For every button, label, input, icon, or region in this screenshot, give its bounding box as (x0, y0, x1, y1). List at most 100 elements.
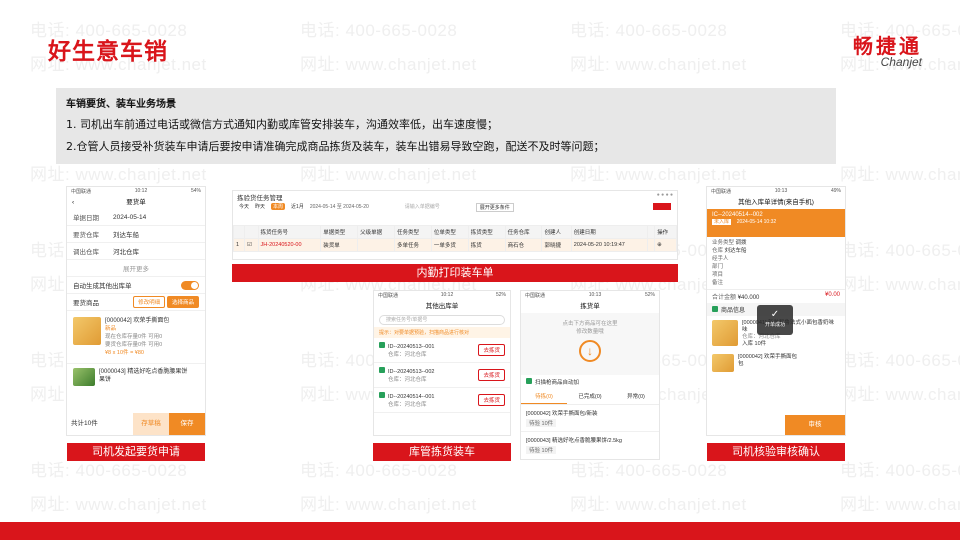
amount-label: 合计金额 (712, 295, 737, 301)
list-item[interactable]: [0000042] 欢荣手撕面包/新装 待验 10件 (521, 405, 659, 432)
filter-bar: 今天 昨天 本周 近1月 2024-05-14 至 2024-05-20 请输入… (233, 201, 677, 225)
status-bar: 中国联通 10:13 52% (521, 291, 659, 300)
watermark-text: 电话: 400-665-0028 (840, 461, 960, 480)
column-header[interactable] (647, 225, 656, 239)
list-item[interactable]: ID--20240513--001 仓库：河北仓库 去拣货 (374, 338, 510, 363)
column-header[interactable]: 创建人 (541, 225, 572, 239)
column-header[interactable]: 任务类型 (394, 225, 432, 239)
column-header[interactable]: 单据类型 (320, 225, 359, 239)
battery: 49% (830, 188, 841, 194)
field-date[interactable]: 单据日期 2024-05-14 (67, 209, 205, 226)
field-label: 经手人 (712, 256, 729, 262)
outbound-list: ID--20240513--001 仓库：河北仓库 去拣货 ID--20240513-… (374, 338, 510, 413)
doc-header: IC--20240514--002 未入库 2024-05-14 10:32 (707, 209, 845, 237)
table-cell: ☑ (244, 238, 259, 252)
product-image (73, 368, 95, 386)
column-header[interactable]: 拣货任务号 (257, 225, 322, 239)
date-tab-yesterday[interactable]: 昨天 (255, 203, 265, 210)
clock: 10:12 (440, 292, 454, 298)
goods-item[interactable]: [0000043] 精选好吃点香脆腰果饼 果饼 (67, 364, 205, 390)
status-tabs: 待拣(0) 已完成(0) 异常(0) (521, 389, 659, 405)
item-name: [0000042] 欢荣手撕面包 (105, 318, 170, 324)
item-name: [0000043] 精选好吃点香脆腰果饼/2.5kg (526, 438, 622, 444)
popup-text: 开单成功 (764, 322, 785, 328)
item-price: ¥8 x 10件 = ¥80 (105, 350, 144, 356)
tab-pending[interactable]: 待拣(0) (521, 389, 567, 404)
start-pick-button[interactable]: 去拣货 (478, 344, 505, 356)
start-pick-button[interactable]: 去拣货 (478, 369, 505, 381)
more-filters-button[interactable]: 展开更多条件 (475, 203, 514, 212)
caption-print-loading: 内勤打印装车单 (232, 264, 678, 282)
column-header[interactable]: 父级单据 (357, 225, 395, 239)
query-button[interactable] (653, 203, 671, 210)
phone-requisition: 中国联通 10:12 54% ‹ 要货单 单据日期 2024-05-14 要货仓库… (66, 186, 206, 436)
item-info: ID--20240513--002 仓库：河北仓库 (379, 367, 434, 383)
footer-total: 共计10件 (71, 420, 98, 427)
scenario-heading: 车销要货、装车业务场景 (66, 99, 176, 110)
auto-add-checkbox[interactable]: 扫描枪商品自动加 (521, 375, 659, 389)
list-item[interactable]: [0000043] 精选好吃点香脆腰果饼/2.5kg 待验 10件 (521, 432, 659, 458)
doc-number: IC--20240514--002 (712, 212, 763, 218)
watermark-text: 网址: www.chanjet.net (840, 275, 960, 294)
checkbox-icon (526, 378, 532, 384)
back-icon[interactable]: ‹ (72, 196, 74, 209)
save-button[interactable]: 保存 (169, 413, 205, 435)
column-header[interactable]: 位单类型 (430, 225, 469, 239)
save-draft-button[interactable]: 存草稿 (133, 413, 169, 435)
field-value: 2024-05-14 (113, 213, 147, 221)
status-bar: 中国联通 10:12 54% (67, 187, 205, 196)
auto-generate-toggle[interactable] (181, 280, 199, 290)
footer-bar: 共计10件 存草稿 保存 (67, 413, 205, 435)
tab-done[interactable]: 已完成(0) (567, 389, 613, 404)
select-goods-button[interactable]: 选择商品 (166, 296, 199, 308)
desktop-title: 拣验货任务管理 (237, 195, 283, 202)
watermark-text: 电话: 400-665-0028 (840, 351, 960, 370)
goods-item[interactable]: [0000042] 欢荣手撕面包 包 (707, 352, 845, 374)
column-header[interactable]: 操作 (654, 225, 677, 239)
list-item[interactable]: ID--20240513--002 仓库：河北仓库 去拣货 (374, 363, 510, 388)
title-text: 要货单 (126, 199, 146, 206)
field-label: 业务类型 (712, 240, 735, 246)
product-image (73, 317, 101, 345)
watermark-text: 网址: www.chanjet.net (300, 495, 477, 514)
column-header[interactable]: 任务仓库 (504, 225, 543, 239)
field-out-warehouse[interactable]: 调出仓库 河北仓库 (67, 243, 205, 260)
scan-area[interactable]: 点击下方商品可在这里 修改数量哦 ↓ (521, 313, 659, 375)
table-cell: JH-20240520-00 (257, 238, 322, 252)
date-tab-today[interactable]: 今天 (239, 203, 249, 210)
search-input[interactable]: 请输入单据编号 (405, 203, 440, 210)
approve-button[interactable]: 审核 (785, 415, 845, 435)
field-label: 备注 (712, 280, 724, 286)
watermark-text: 网址: www.chanjet.net (840, 385, 960, 404)
field-request-warehouse[interactable]: 要货仓库 刘达车船 (67, 226, 205, 243)
date-range[interactable]: 2024-05-14 至 2024-05-20 (310, 203, 369, 210)
column-header[interactable] (233, 225, 245, 239)
phone-inbound-detail: 中国联通 10:13 49% 其他入库单详情(来自手机) IC--2024051… (706, 186, 846, 436)
date-tab-week[interactable]: 本周 (271, 203, 286, 210)
list-item[interactable]: ID--20240514--001 仓库：河北仓库 去拣货 (374, 388, 510, 413)
goods-label: 要货商品 (73, 300, 99, 307)
goods-item[interactable]: [0000042] 欢荣手撕面包 新品 现在仓库存量0件 可用0 要货仓库存量0… (67, 311, 205, 364)
table-cell: 商石仓 (504, 238, 543, 252)
modify-detail-button[interactable]: 修改明细 (133, 296, 166, 308)
column-header[interactable]: 创建日期 (570, 225, 649, 239)
carrier: 中国联通 (711, 189, 732, 195)
table-header: 拣货任务号 单据类型 父级单据 任务类型 位单类型 拣货类型 任务仓库 创建人 创建日期 操作 (233, 225, 677, 239)
doc-status-badge: 未入库 (712, 219, 732, 225)
tab-abnormal[interactable]: 异常(0) (613, 389, 659, 404)
toolbar-icons: ● ● ● ● (656, 192, 673, 198)
slide-title: 好生意车销 (48, 39, 168, 65)
item-warehouse: 仓库：河北仓库 (742, 334, 781, 340)
date-tab-month[interactable]: 近1月 (291, 203, 304, 210)
table-cell (357, 238, 395, 252)
expand-more-button[interactable]: 展开更多 (67, 260, 205, 277)
start-pick-button[interactable]: 去拣货 (478, 394, 505, 406)
column-header[interactable]: 拣货类型 (467, 225, 506, 239)
caption-pick-load: 库管拣货装车 (373, 443, 511, 461)
success-popup: ✓ 开单成功 (757, 305, 793, 335)
table-row[interactable]: 1 ☑ JH-20240520-00 装货单 多单任务 一单多货 拣货 商石仓 郭晓捷 2024-… (233, 238, 677, 252)
scan-tip: 提示：对要单据预验，扫描商品进行核对 (374, 327, 510, 338)
carrier: 中国联通 (378, 293, 399, 299)
search-input[interactable]: 搜索任务号/单据号 (379, 315, 505, 325)
column-header[interactable] (244, 225, 259, 239)
